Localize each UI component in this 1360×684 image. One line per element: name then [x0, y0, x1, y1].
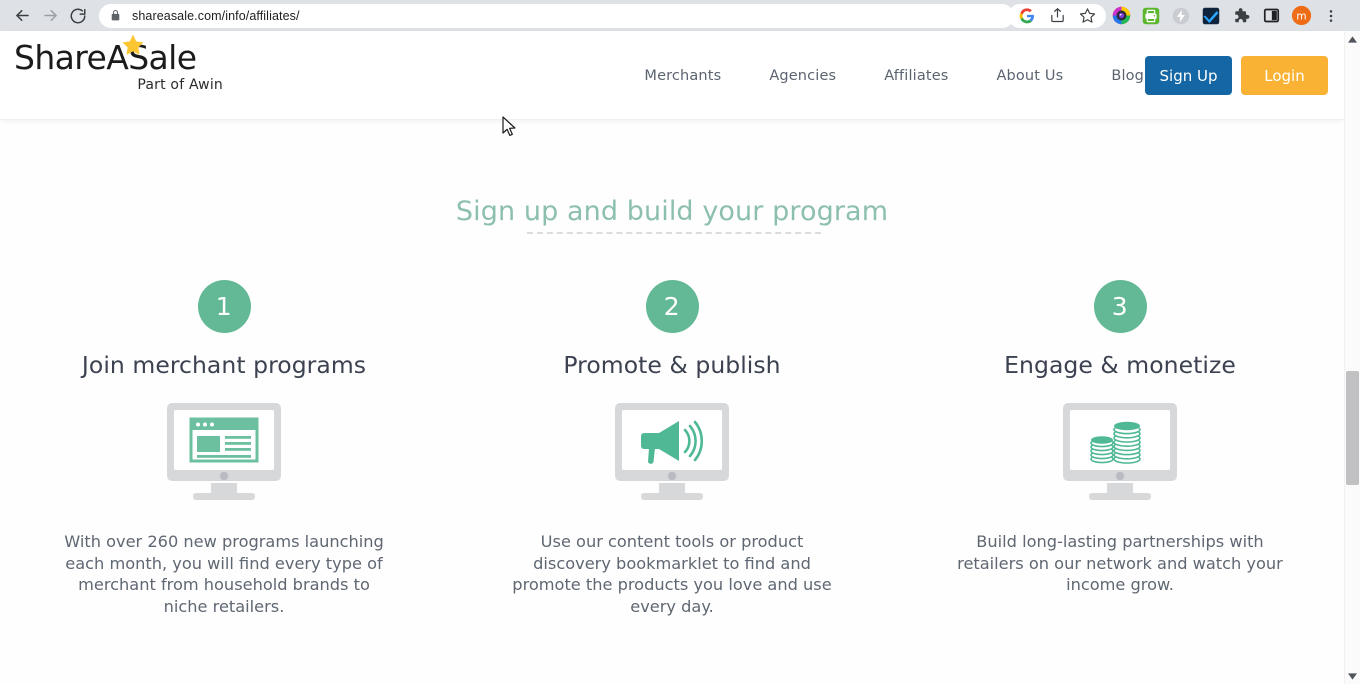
reload-button[interactable]: [64, 2, 92, 30]
header-actions: Sign Up Login: [1145, 31, 1328, 120]
forward-arrow-icon: [41, 6, 60, 25]
sign-up-button[interactable]: Sign Up: [1145, 56, 1232, 95]
browser-toolbar-icons: m: [1008, 0, 1346, 31]
browser-toolbar: shareasale.com/info/affiliates/ m: [0, 0, 1360, 31]
address-bar[interactable]: shareasale.com/info/affiliates/: [99, 3, 1014, 28]
chrome-menu-icon[interactable]: [1316, 3, 1346, 29]
step-1-title: Join merchant programs: [81, 351, 367, 379]
step-2-text: Use our content tools or product discove…: [512, 532, 832, 616]
back-button[interactable]: [8, 2, 36, 30]
step-3-title: Engage & monetize: [1004, 351, 1236, 379]
step-2-title: Promote & publish: [563, 351, 781, 379]
forward-button[interactable]: [36, 2, 64, 30]
scroll-down-arrow-icon[interactable]: [1345, 668, 1360, 684]
lock-icon: [109, 9, 123, 23]
extension-lightning-icon[interactable]: [1166, 3, 1196, 29]
step-1: 1 Join merchant programs With over 260 n…: [0, 280, 448, 617]
step-3-number: 3: [1093, 280, 1147, 333]
section-title-divider: [527, 232, 821, 234]
scroll-up-arrow-icon[interactable]: [1345, 31, 1360, 47]
extension-colorwheel-icon[interactable]: [1106, 3, 1136, 29]
step-1-number: 1: [197, 280, 251, 333]
site-logo[interactable]: ShareASale Part of Awin: [14, 34, 224, 93]
share-icon[interactable]: [1042, 3, 1072, 29]
page-scrollbar[interactable]: [1344, 31, 1360, 684]
extensions-puzzle-icon[interactable]: [1226, 3, 1256, 29]
step-2: 2 Promote & publish Use our content tool…: [448, 280, 896, 617]
login-button[interactable]: Login: [1241, 56, 1328, 95]
section-title: Sign up and build your program: [455, 196, 889, 227]
main-navigation: Merchants Agencies Affiliates About Us B…: [620, 31, 1168, 120]
profile-avatar[interactable]: m: [1286, 3, 1316, 29]
omnibox-trailing-actions: [1008, 3, 1106, 29]
nav-item-about-us[interactable]: About Us: [972, 68, 1087, 84]
extension-green-printer-icon[interactable]: [1136, 3, 1166, 29]
monitor-browser-window-icon: [0, 401, 448, 501]
step-3: 3 Engage & monetize Build long-lasting p…: [896, 280, 1344, 617]
sidepanel-icon[interactable]: [1256, 3, 1286, 29]
scrollbar-thumb[interactable]: [1346, 371, 1359, 485]
step-1-text: With over 260 new programs launching eac…: [64, 532, 384, 616]
nav-item-merchants[interactable]: Merchants: [620, 68, 745, 84]
bookmark-star-icon[interactable]: [1072, 3, 1102, 29]
extension-blue-check-icon[interactable]: [1196, 3, 1226, 29]
monitor-coin-stacks-icon: [896, 401, 1344, 501]
google-search-icon[interactable]: [1012, 3, 1042, 29]
star-icon: [120, 33, 146, 58]
logo-wordmark: ShareASale: [14, 38, 197, 77]
nav-item-agencies[interactable]: Agencies: [745, 68, 860, 84]
back-arrow-icon: [13, 6, 32, 25]
logo-tagline: Part of Awin: [137, 77, 223, 93]
nav-item-affiliates[interactable]: Affiliates: [860, 68, 972, 84]
svg-text:m: m: [1296, 10, 1306, 22]
reload-icon: [69, 7, 87, 25]
page-content: Sign up and build your program 1 Join me…: [0, 120, 1344, 684]
step-2-number: 2: [645, 280, 699, 333]
step-3-text: Build long-lasting partnerships with ret…: [957, 532, 1283, 594]
url-text: shareasale.com/info/affiliates/: [132, 8, 300, 23]
monitor-megaphone-icon: [448, 401, 896, 501]
steps-row: 1 Join merchant programs With over 260 n…: [0, 280, 1344, 617]
site-header: ShareASale Part of Awin Merchants Agenci…: [0, 31, 1344, 120]
